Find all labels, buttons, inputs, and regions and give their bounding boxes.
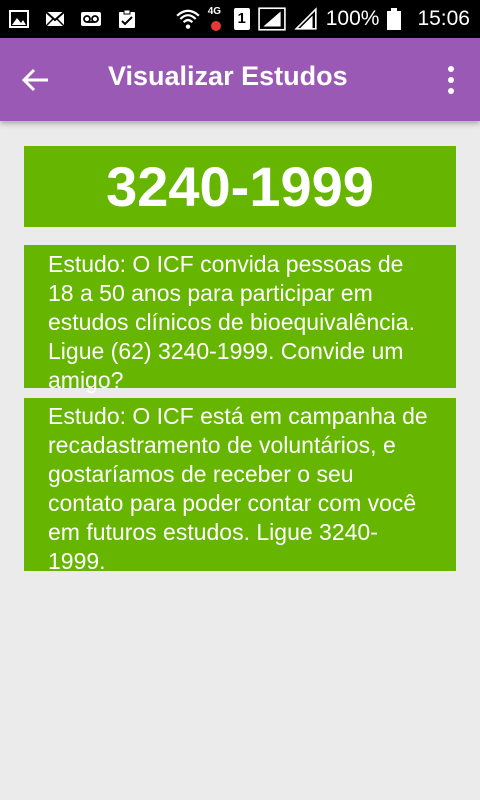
page-title: Visualizar Estudos [108,61,348,91]
status-bar: 4G 1 100% 15:06 [0,0,480,38]
phone-number-card[interactable]: 3240-1999 [24,146,456,227]
study-text: Estudo: O ICF convida pessoas de 18 a 50… [48,251,415,393]
signal-icon-2 [293,7,317,30]
voicemail-icon [81,12,101,26]
phone-number: 3240-1999 [106,155,374,218]
study-card[interactable]: Estudo: O ICF convida pessoas de 18 a 50… [24,245,456,393]
more-options-icon[interactable] [440,62,462,98]
network-label: 4G [207,6,222,17]
gallery-icon [9,10,29,28]
notification-icons [8,8,138,30]
back-arrow-icon[interactable] [18,62,54,98]
sim-slot-badge: 1 [233,8,250,30]
system-icons: 4G 1 100% 15:06 [176,0,470,38]
app-bar: Visualizar Estudos [0,38,480,121]
clipboard-icon [119,9,135,28]
signal-icon [257,7,286,31]
clock: 15:06 [417,7,470,30]
study-text: Estudo: O ICF está em campanha de recada… [48,403,428,574]
study-card[interactable]: Estudo: O ICF está em campanha de recada… [24,398,456,574]
battery-percent: 100% [325,7,380,30]
data-activity-icon [210,21,221,31]
email-icon [45,11,65,27]
network-type: 4G [208,4,226,34]
battery-icon [387,8,402,30]
wifi-icon [176,9,200,29]
